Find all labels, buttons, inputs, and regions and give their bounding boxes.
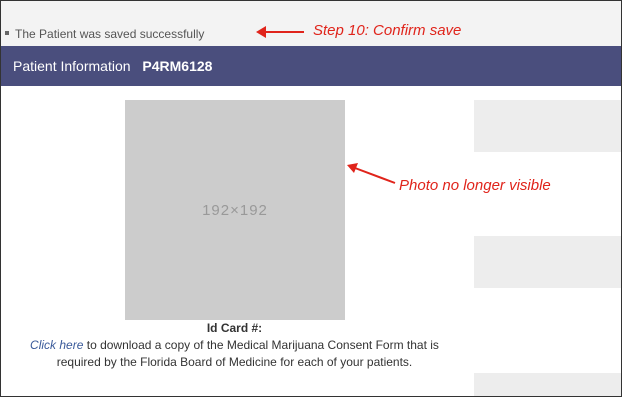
- header-title: Patient Information: [13, 58, 131, 74]
- patient-id: P4RM6128: [142, 58, 213, 74]
- arrow-left-icon: [347, 163, 396, 184]
- id-card-label: Id Card #:: [206, 321, 263, 335]
- form-field-placeholder: [474, 100, 621, 152]
- status-message: The Patient was saved successfully: [15, 27, 205, 41]
- annotation-photo-hidden: Photo no longer visible: [399, 177, 551, 194]
- patient-info-header: Patient Information P4RM6128: [1, 46, 621, 86]
- page-frame: The Patient was saved successfully Patie…: [0, 0, 622, 397]
- status-bar: The Patient was saved successfully: [1, 1, 621, 46]
- consent-download-link[interactable]: Click here: [30, 338, 83, 352]
- form-field-placeholder: [474, 236, 621, 288]
- consent-text: to download a copy of the Medical Mariju…: [56, 338, 439, 369]
- status-bullet-icon: [5, 31, 9, 35]
- annotation-confirm-save: Step 10: Confirm save: [313, 22, 462, 39]
- patient-photo-placeholder: 192×192: [125, 100, 345, 320]
- photo-placeholder-text: 192×192: [202, 201, 268, 219]
- arrow-left-icon: [256, 26, 304, 38]
- consent-notice: Click here to download a copy of the Med…: [21, 337, 448, 371]
- form-field-placeholder: [474, 373, 621, 396]
